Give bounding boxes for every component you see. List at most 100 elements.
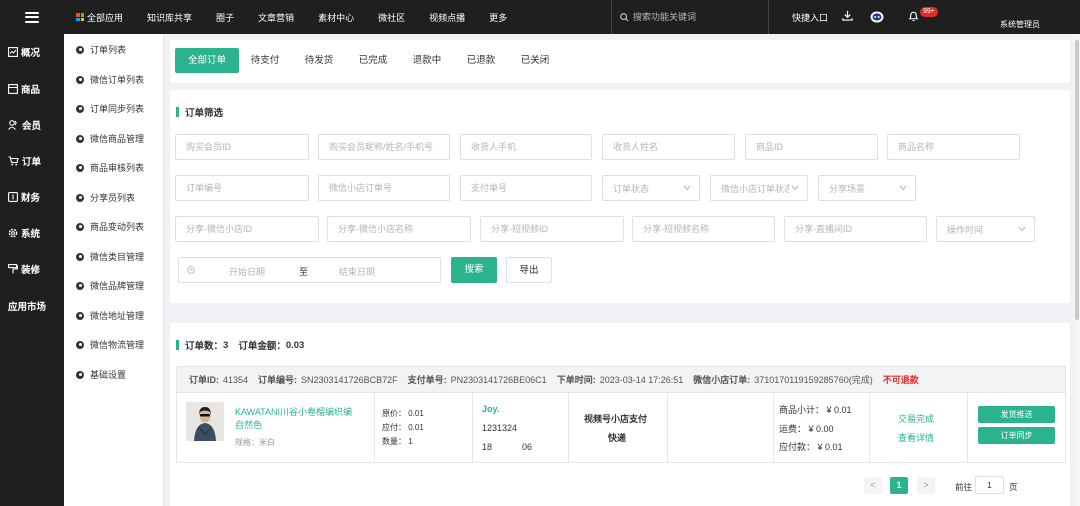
- product-id-field[interactable]: [745, 134, 878, 160]
- sidebar-item-app-market[interactable]: 应用市场: [8, 299, 46, 313]
- tab-closed[interactable]: 已关闭: [512, 48, 558, 73]
- share-video-name-input[interactable]: [643, 224, 774, 234]
- menu-toggle-button[interactable]: [0, 0, 64, 34]
- sidebar-item-member[interactable]: 会员: [8, 118, 41, 132]
- operation-time-select[interactable]: 操作时间: [936, 216, 1035, 242]
- receiver-name-input[interactable]: [613, 142, 734, 152]
- subnav-item-order-sync-list[interactable]: 订单同步列表: [76, 102, 144, 115]
- top-nav-all-apps[interactable]: 全部应用: [76, 11, 123, 24]
- product-id-input[interactable]: [756, 142, 877, 152]
- date-end-placeholder[interactable]: 结束日期: [339, 265, 375, 278]
- sidebar-item-finance[interactable]: 财务: [8, 190, 40, 204]
- subnav-item-wechat-product[interactable]: 微信商品管理: [76, 132, 144, 145]
- top-nav-knowledge[interactable]: 知识库共享: [147, 11, 192, 24]
- subnav-item-product-review[interactable]: 商品审核列表: [76, 161, 144, 174]
- export-button[interactable]: 导出: [506, 257, 552, 283]
- sidebar-item-overview[interactable]: 概况: [8, 45, 40, 59]
- wx-order-no-field[interactable]: [318, 175, 450, 201]
- subnav-item-wechat-order-list[interactable]: 微信订单列表: [76, 73, 144, 86]
- subnav-item-sharer-list[interactable]: 分享员列表: [76, 191, 135, 204]
- wx-order-no-input[interactable]: [329, 183, 449, 193]
- subnav-item-wechat-category[interactable]: 微信类目管理: [76, 250, 144, 263]
- subnav-item-product-change[interactable]: 商品变动列表: [76, 220, 144, 233]
- share-shop-id-field[interactable]: [175, 216, 319, 242]
- share-video-name-field[interactable]: [632, 216, 775, 242]
- bell-icon[interactable]: [908, 10, 919, 22]
- download-icon[interactable]: [842, 10, 853, 21]
- tab-completed[interactable]: 已完成: [350, 48, 396, 73]
- member-name-field[interactable]: [318, 134, 450, 160]
- tab-refunded[interactable]: 已退款: [458, 48, 504, 73]
- filter-title-text: 订单筛选: [185, 108, 224, 119]
- top-nav-more[interactable]: 更多: [489, 11, 507, 24]
- top-nav-circle[interactable]: 圈子: [216, 11, 234, 24]
- pager-prev-button[interactable]: <: [864, 477, 882, 494]
- share-video-id-input[interactable]: [491, 224, 623, 234]
- share-shop-name-field[interactable]: [327, 216, 471, 242]
- share-video-id-field[interactable]: [480, 216, 624, 242]
- search-button[interactable]: 搜索: [451, 257, 497, 283]
- order-sync-button[interactable]: 订单同步: [978, 427, 1055, 444]
- sidebar-item-system[interactable]: 系统: [8, 226, 40, 240]
- ship-push-button[interactable]: 发货推送: [978, 406, 1055, 423]
- top-nav-material[interactable]: 素材中心: [318, 11, 354, 24]
- pager-goto-input[interactable]: 1: [975, 476, 1004, 494]
- date-start-placeholder[interactable]: 开始日期: [229, 265, 265, 278]
- share-live-id-input[interactable]: [795, 224, 926, 234]
- pager-page-1[interactable]: 1: [890, 477, 908, 494]
- share-shop-id-input[interactable]: [186, 224, 318, 234]
- page-scrollbar-thumb[interactable]: [1075, 40, 1079, 320]
- buyer-name-link[interactable]: Joy.: [482, 404, 499, 414]
- tab-pending-payment[interactable]: 待支付: [242, 48, 288, 73]
- robot-assistant-icon[interactable]: [870, 10, 884, 23]
- wx-order-status-select[interactable]: 微信小店订单状态: [710, 175, 808, 201]
- pay-no-field[interactable]: [460, 175, 592, 201]
- order-time-value: 2023-03-14 17:26:51: [599, 374, 684, 385]
- sidebar-item-decoration[interactable]: 装修: [8, 262, 40, 276]
- sidebar-item-order[interactable]: 订单: [8, 154, 41, 168]
- top-nav-video[interactable]: 视频点播: [429, 11, 465, 24]
- receiver-phone-input[interactable]: [471, 142, 591, 152]
- view-detail-link[interactable]: 查看详情: [898, 431, 934, 444]
- product-name-link[interactable]: KAWATANI川谷小卷榴编织编: [235, 405, 352, 418]
- pay-no-input[interactable]: [471, 183, 591, 193]
- order-status-select[interactable]: 订单状态: [602, 175, 700, 201]
- share-shop-name-input[interactable]: [338, 224, 470, 234]
- subnav-item-order-list[interactable]: 订单列表: [76, 43, 126, 56]
- subnav-item-wechat-address[interactable]: 微信地址管理: [76, 309, 144, 322]
- date-range-picker[interactable]: 开始日期 至 结束日期: [178, 257, 441, 283]
- product-name-input[interactable]: [898, 142, 1019, 152]
- chevron-down-icon: [683, 185, 691, 191]
- product-thumbnail[interactable]: [186, 402, 224, 441]
- tab-all-orders[interactable]: 全部订单: [175, 48, 239, 73]
- admin-user-name[interactable]: 系统管理员: [1000, 19, 1040, 30]
- receiver-phone-field[interactable]: [460, 134, 592, 160]
- function-search-input[interactable]: [633, 12, 753, 22]
- sidebar-item-product[interactable]: 商品: [8, 82, 40, 96]
- subnav-item-basic-settings[interactable]: 基础设置: [76, 368, 126, 381]
- subnav-item-wechat-logistics[interactable]: 微信物流管理: [76, 338, 144, 351]
- order-no-input[interactable]: [186, 183, 308, 193]
- quick-entry-link[interactable]: 快捷入口: [792, 0, 828, 34]
- subnav-label: 微信地址管理: [90, 311, 145, 321]
- pager-next-button[interactable]: >: [917, 477, 935, 494]
- member-id-field[interactable]: [175, 134, 309, 160]
- top-nav-community[interactable]: 微社区: [378, 11, 405, 24]
- member-name-input[interactable]: [329, 142, 449, 152]
- subnav-item-wechat-brand[interactable]: 微信品牌管理: [76, 279, 144, 292]
- top-nav-article[interactable]: 文章营销: [258, 11, 294, 24]
- cell-divider: [967, 393, 968, 463]
- share-live-id-field[interactable]: [784, 216, 927, 242]
- order-no-field[interactable]: [175, 175, 309, 201]
- member-id-input[interactable]: [186, 142, 308, 152]
- order-amount-label: 订单金额：: [238, 341, 286, 352]
- sidebar-item-label: 系统: [21, 229, 41, 240]
- tab-refunding[interactable]: 退款中: [404, 48, 450, 73]
- share-scene-select[interactable]: 分享场景: [818, 175, 916, 201]
- tab-pending-shipment[interactable]: 待发货: [296, 48, 342, 73]
- original-price: 原价： 0.01: [382, 409, 424, 418]
- order-status-text: 交易完成: [898, 414, 935, 424]
- product-name-field[interactable]: [887, 134, 1020, 160]
- product-name-link-line2[interactable]: 自然色: [235, 418, 262, 431]
- receiver-name-field[interactable]: [602, 134, 735, 160]
